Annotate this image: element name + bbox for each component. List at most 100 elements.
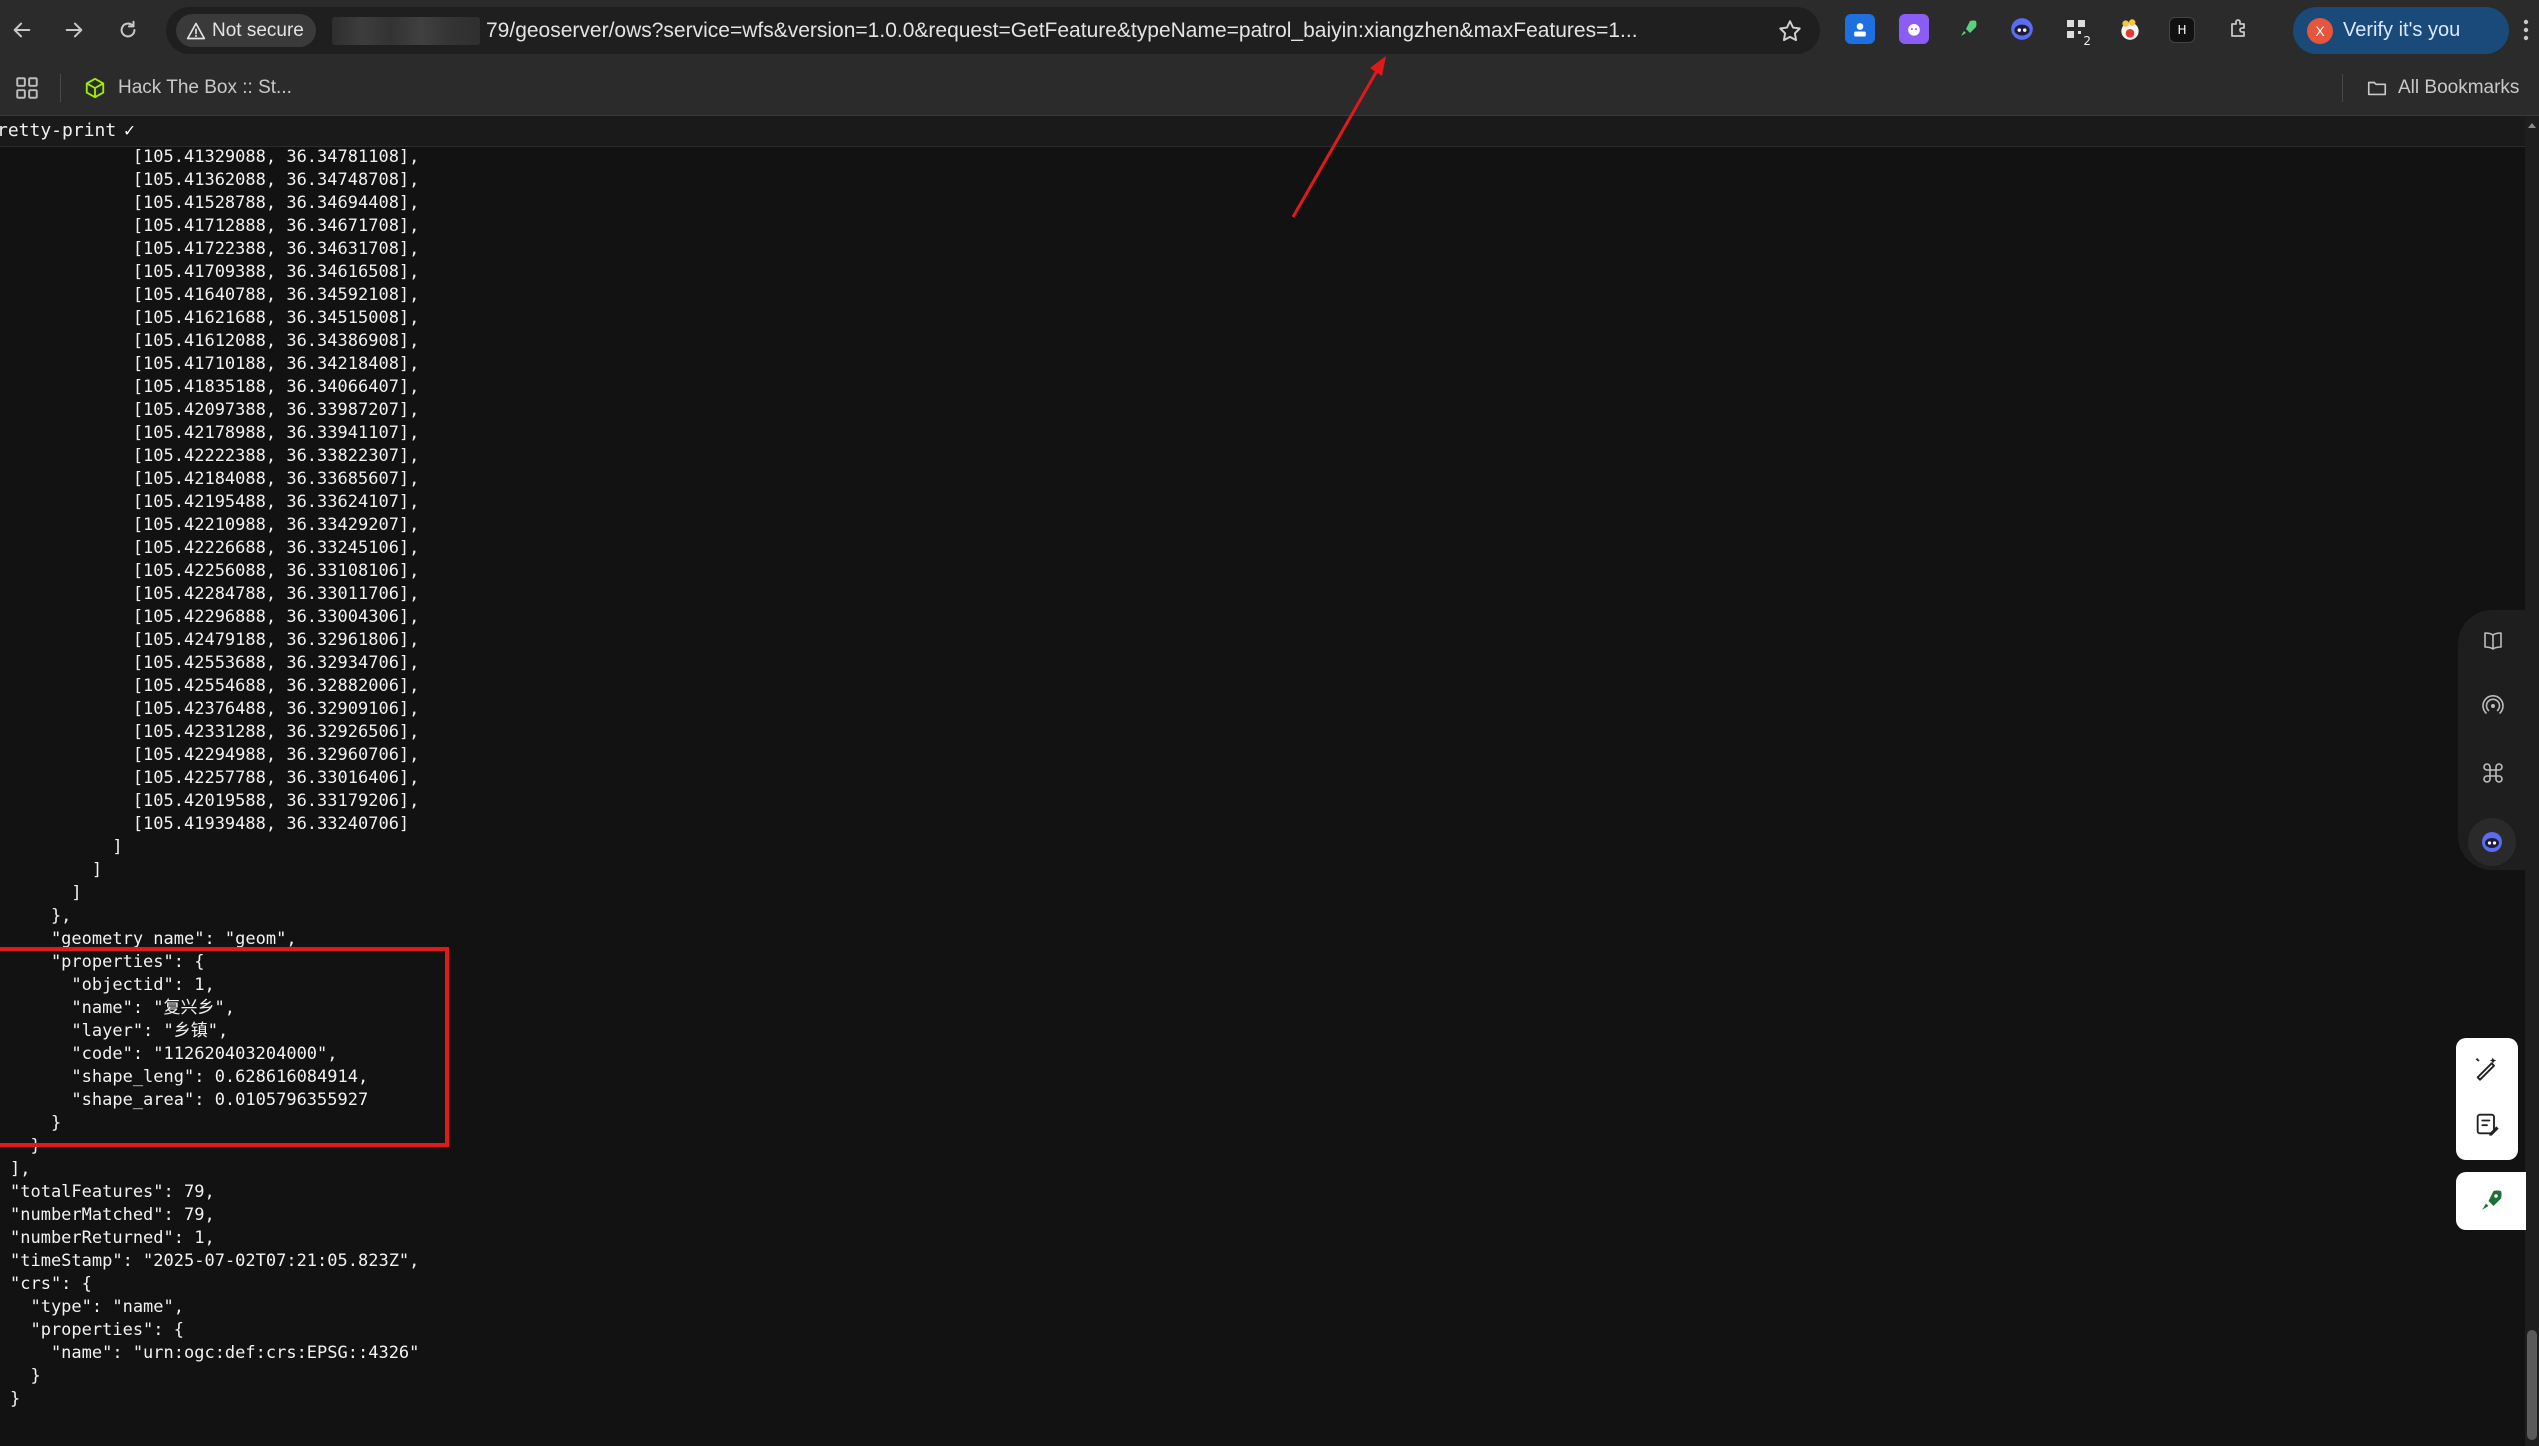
back-button[interactable] xyxy=(4,12,40,48)
podcast-button[interactable] xyxy=(2474,688,2512,726)
extension-badge-count: 2 xyxy=(2081,34,2093,48)
json-line: ] xyxy=(10,860,103,880)
warning-triangle-icon xyxy=(186,22,206,39)
json-line: [105.41612088, 36.34386908], xyxy=(10,331,420,351)
command-key-icon xyxy=(2483,763,2503,783)
scroll-up-arrow-icon[interactable] xyxy=(2527,120,2537,130)
side-toolbar xyxy=(2458,610,2526,870)
json-line: [105.41722388, 36.34631708], xyxy=(10,239,420,259)
json-content: [105.41329088, 36.34781108], [105.413620… xyxy=(10,146,419,1411)
json-line: [105.41710188, 36.34218408], xyxy=(10,354,420,374)
folder-icon xyxy=(2367,81,2387,96)
all-bookmarks-button[interactable]: All Bookmarks xyxy=(2366,73,2519,103)
launch-button[interactable] xyxy=(2456,1172,2526,1230)
assistant-button[interactable] xyxy=(2468,818,2516,866)
pretty-print-bar: retty-print ✓ xyxy=(0,116,2525,147)
command-button[interactable] xyxy=(2474,754,2512,792)
pretty-print-label: retty-print xyxy=(0,120,117,141)
json-line: [105.42256088, 36.33108106], xyxy=(10,561,420,581)
extension-popcorn-icon[interactable] xyxy=(2115,14,2145,44)
json-line: } xyxy=(10,1366,41,1386)
json-line: [105.42178988, 36.33941107], xyxy=(10,423,420,443)
arrow-left-icon xyxy=(13,22,31,38)
json-line: [105.42479188, 36.32961806], xyxy=(10,630,420,650)
json-line: [105.42226688, 36.33245106], xyxy=(10,538,420,558)
security-indicator[interactable]: Not secure xyxy=(176,14,316,47)
ai-note-button[interactable] xyxy=(2471,1108,2503,1140)
extensions-puzzle-button[interactable] xyxy=(2224,14,2254,44)
ghost-face-icon xyxy=(2011,18,2033,40)
star-icon xyxy=(1779,20,1801,42)
extension-rocket-icon[interactable] xyxy=(1953,14,1983,44)
json-line: [105.42296888, 36.33004306], xyxy=(10,607,420,627)
browser-window: Not secure 79/geoserver/ows?service=wfs&… xyxy=(0,0,2539,1446)
json-line: [105.42210988, 36.33429207], xyxy=(10,515,420,535)
json-line: [105.41640788, 36.34592108], xyxy=(10,285,420,305)
reader-button[interactable] xyxy=(2474,622,2512,660)
ghost-face-icon xyxy=(2482,832,2502,852)
reload-button[interactable] xyxy=(110,12,146,48)
json-line: "numberReturned": 1, xyxy=(10,1228,215,1248)
json-line: [105.41939488, 36.33240706] xyxy=(10,814,410,834)
hackthebox-cube-icon xyxy=(85,77,105,99)
bookmarks-divider xyxy=(60,74,61,102)
json-line: [105.42195488, 36.33624107], xyxy=(10,492,420,512)
json-line: "shape_area": 0.0105796355927 xyxy=(10,1090,369,1110)
profile-button[interactable]: X Verify it's you xyxy=(2293,7,2509,54)
json-line: "crs": { xyxy=(10,1274,92,1294)
extension-cat-icon[interactable] xyxy=(1899,14,1929,44)
apps-grid-icon[interactable] xyxy=(14,75,40,101)
bookmark-hackthebox[interactable]: Hack The Box :: St... xyxy=(84,73,292,103)
forward-button[interactable] xyxy=(56,12,92,48)
json-line: "layer": "乡镇", xyxy=(10,1021,229,1041)
browser-menu-button[interactable] xyxy=(2516,14,2536,46)
all-bookmarks-label: All Bookmarks xyxy=(2398,77,2520,98)
json-line: [105.42376488, 36.32909106], xyxy=(10,699,420,719)
json-line: "name": "urn:ogc:def:crs:EPSG::4326" xyxy=(10,1343,420,1363)
json-line: "geometry_name": "geom", xyxy=(10,929,297,949)
json-line: [105.41621688, 36.34515008], xyxy=(10,308,420,328)
rocket-icon xyxy=(1961,20,1977,36)
json-line: [105.42553688, 36.32934706], xyxy=(10,653,420,673)
person-badge-icon xyxy=(1854,23,1866,37)
cat-face-icon xyxy=(1908,24,1920,36)
json-line: [105.42554688, 36.32882006], xyxy=(10,676,420,696)
json-viewer: retty-print ✓ [105.41329088, 36.34781108… xyxy=(0,116,2525,1446)
json-line: ], xyxy=(10,1159,31,1179)
json-line: ] xyxy=(10,837,123,857)
json-line: [105.41709388, 36.34616508], xyxy=(10,262,420,282)
json-line: }, xyxy=(10,906,72,926)
extension-qr-icon[interactable]: 2 xyxy=(2061,14,2093,48)
bookmark-star-button[interactable] xyxy=(1776,17,1804,45)
json-line: "properties": { xyxy=(10,1320,184,1340)
json-line: "shape_leng": 0.628616084914, xyxy=(10,1067,369,1087)
profile-avatar: X xyxy=(2307,17,2333,44)
rocket-icon xyxy=(2482,1190,2502,1210)
address-bar[interactable]: Not secure 79/geoserver/ows?service=wfs&… xyxy=(166,7,1820,54)
extension-ghost-icon[interactable] xyxy=(2007,14,2037,44)
json-line: } xyxy=(10,1136,41,1156)
scrollbar-thumb[interactable] xyxy=(2527,1330,2537,1440)
json-line: [105.41528788, 36.34694408], xyxy=(10,193,420,213)
bookmarks-divider xyxy=(2342,74,2343,102)
json-line: "totalFeatures": 79, xyxy=(10,1182,215,1202)
url-text[interactable]: 79/geoserver/ows?service=wfs&version=1.0… xyxy=(486,17,1926,45)
podcast-icon xyxy=(2482,695,2504,714)
security-label: Not secure xyxy=(212,19,304,41)
profile-label: Verify it's you xyxy=(2343,19,2461,41)
arrow-right-icon xyxy=(65,22,83,38)
extension-h-icon[interactable]: H xyxy=(2169,17,2195,43)
json-line: [105.42184088, 36.33685607], xyxy=(10,469,420,489)
ai-write-button[interactable] xyxy=(2471,1052,2503,1084)
extension-translate-icon[interactable] xyxy=(1845,14,1875,44)
json-line: } xyxy=(10,1389,21,1409)
json-line: "name": "复兴乡", xyxy=(10,998,235,1018)
json-line: [105.42257788, 36.33016406], xyxy=(10,768,420,788)
pretty-print-checkbox[interactable]: ✓ xyxy=(124,116,135,146)
json-line: "numberMatched": 79, xyxy=(10,1205,215,1225)
note-pencil-icon xyxy=(2476,1113,2499,1136)
json-line: [105.41329088, 36.34781108], xyxy=(10,147,420,167)
vertical-scrollbar[interactable] xyxy=(2525,116,2539,1446)
json-line: [105.42222388, 36.33822307], xyxy=(10,446,420,466)
json-line: [105.41712888, 36.34671708], xyxy=(10,216,420,236)
